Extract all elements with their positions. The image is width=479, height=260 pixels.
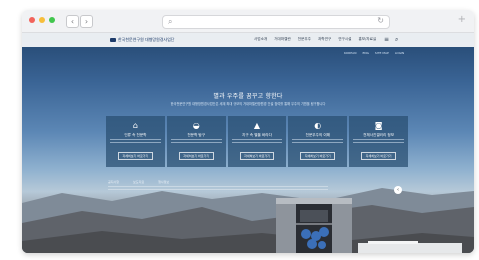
card-description (353, 139, 404, 145)
card-button[interactable]: 자세히보기 바로가기 (118, 152, 153, 160)
nav-item-6[interactable]: 홍보/자료실 (358, 37, 376, 42)
maximize-window-button[interactable] (49, 17, 55, 23)
card-button[interactable]: 자세히보기 바로가기 (361, 152, 396, 160)
chevron-left-icon[interactable]: ‹ (66, 15, 79, 28)
camera-icon: ◙ (374, 121, 383, 130)
plus-icon[interactable]: + (458, 14, 466, 25)
main-nav: 사업소개 거대마젤란 천문우주 과학연구 연구시설 홍보/자료실 (254, 37, 376, 42)
card-title: 인류 속 천문학 (124, 133, 147, 137)
mountain-background (22, 188, 474, 253)
util-link[interactable]: KOREAN (344, 51, 356, 55)
card-button[interactable]: 자세히보기 바로가기 (300, 152, 336, 160)
quick-card[interactable]: ◐ 천문우주의 이해 자세히보기 바로가기 (288, 116, 348, 167)
nav-item-4[interactable]: 과학연구 (318, 37, 331, 42)
slider-pause-icon[interactable]: ‹ (394, 186, 402, 194)
telescope-enclosure-image (276, 198, 352, 253)
card-title: 천문우주의 이해 (305, 133, 330, 137)
telescope-icon: ◒ (192, 121, 200, 130)
nav-item-1[interactable]: 사업소개 (254, 37, 267, 42)
address-bar[interactable]: ⌕ ↻ (162, 15, 390, 29)
building-roof-image (358, 241, 462, 253)
card-description (170, 139, 222, 145)
quick-menu-cards: ⌂ 인류 속 천문학 자세히보기 바로가기 ◒ 천문학 탐구 자세히보기 바로가… (106, 116, 408, 167)
quick-card[interactable]: ⌂ 인류 속 천문학 자세히보기 바로가기 (106, 116, 165, 167)
browser-window: ‹ › ⌕ ↻ + 한국천문연구원 대형망원경사업단 사업소개 거대마젤란 천문… (22, 10, 474, 253)
card-title: 천체사진갤러리 정보 (363, 133, 395, 137)
site-header: 한국천문연구원 대형망원경사업단 사업소개 거대마젤란 천문우주 과학연구 연구… (22, 33, 474, 47)
quick-card[interactable]: ▲ 지구 속 별을 바라다 자세히보기 바로가기 (227, 116, 287, 167)
card-title: 지구 속 별을 바라다 (242, 133, 272, 137)
browser-toolbar: ‹ › ⌕ ↻ + (22, 10, 474, 33)
search-icon[interactable]: ⌕ (395, 36, 398, 44)
building-icon: ⌂ (132, 121, 138, 130)
logo-text: 한국천문연구원 대형망원경사업단 (118, 37, 175, 42)
moon-icon: ◐ (314, 121, 322, 130)
reload-icon[interactable]: ↻ (377, 16, 384, 25)
quick-card[interactable]: ◙ 천체사진갤러리 정보 자세히보기 바로가기 (349, 116, 408, 167)
card-button[interactable]: 자세히보기 바로가기 (239, 152, 275, 160)
util-link[interactable]: ENG (362, 51, 368, 55)
mountain-icon: ▲ (253, 121, 261, 130)
notice-tabs: 공지사항 보도자료 행사정보 (108, 180, 169, 184)
page-viewport: 한국천문연구원 대형망원경사업단 사업소개 거대마젤란 천문우주 과학연구 연구… (22, 33, 474, 253)
notice-tab[interactable]: 공지사항 (108, 180, 119, 184)
card-description (292, 139, 344, 145)
menu-icon[interactable]: ≡ (384, 36, 389, 43)
minimize-window-button[interactable] (39, 17, 45, 23)
quick-card[interactable]: ◒ 천문학 탐구 자세히보기 바로가기 (166, 116, 226, 167)
utility-bar: KOREAN ENG SITE MAP LOGIN (344, 51, 404, 55)
util-link[interactable]: SITE MAP (375, 51, 389, 55)
notice-tab[interactable]: 행사정보 (158, 180, 169, 184)
card-description (110, 139, 161, 145)
hero-subtitle: 한국천문연구원 대형망원경사업단은 세계 최대 규모의 거대마젤란망원경 건설 … (170, 102, 326, 106)
close-window-button[interactable] (29, 17, 35, 23)
site-logo[interactable]: 한국천문연구원 대형망원경사업단 (110, 37, 174, 43)
nav-item-2[interactable]: 거대마젤란 (274, 37, 291, 42)
logo-mark-icon (110, 38, 116, 42)
nav-item-5[interactable]: 연구시설 (338, 37, 351, 42)
card-title: 천문학 탐구 (187, 133, 206, 137)
card-button[interactable]: 자세히보기 바로가기 (178, 152, 214, 160)
nav-item-3[interactable]: 천문우주 (298, 37, 311, 42)
util-link[interactable]: LOGIN (395, 51, 404, 55)
chevron-right-icon[interactable]: › (80, 15, 93, 28)
notice-tab[interactable]: 보도자료 (133, 180, 144, 184)
search-icon: ⌕ (168, 17, 173, 26)
hero-title: 별과 우주를 꿈꾸고 향한다 (213, 93, 283, 100)
notice-text (108, 186, 328, 192)
card-description (231, 139, 283, 145)
